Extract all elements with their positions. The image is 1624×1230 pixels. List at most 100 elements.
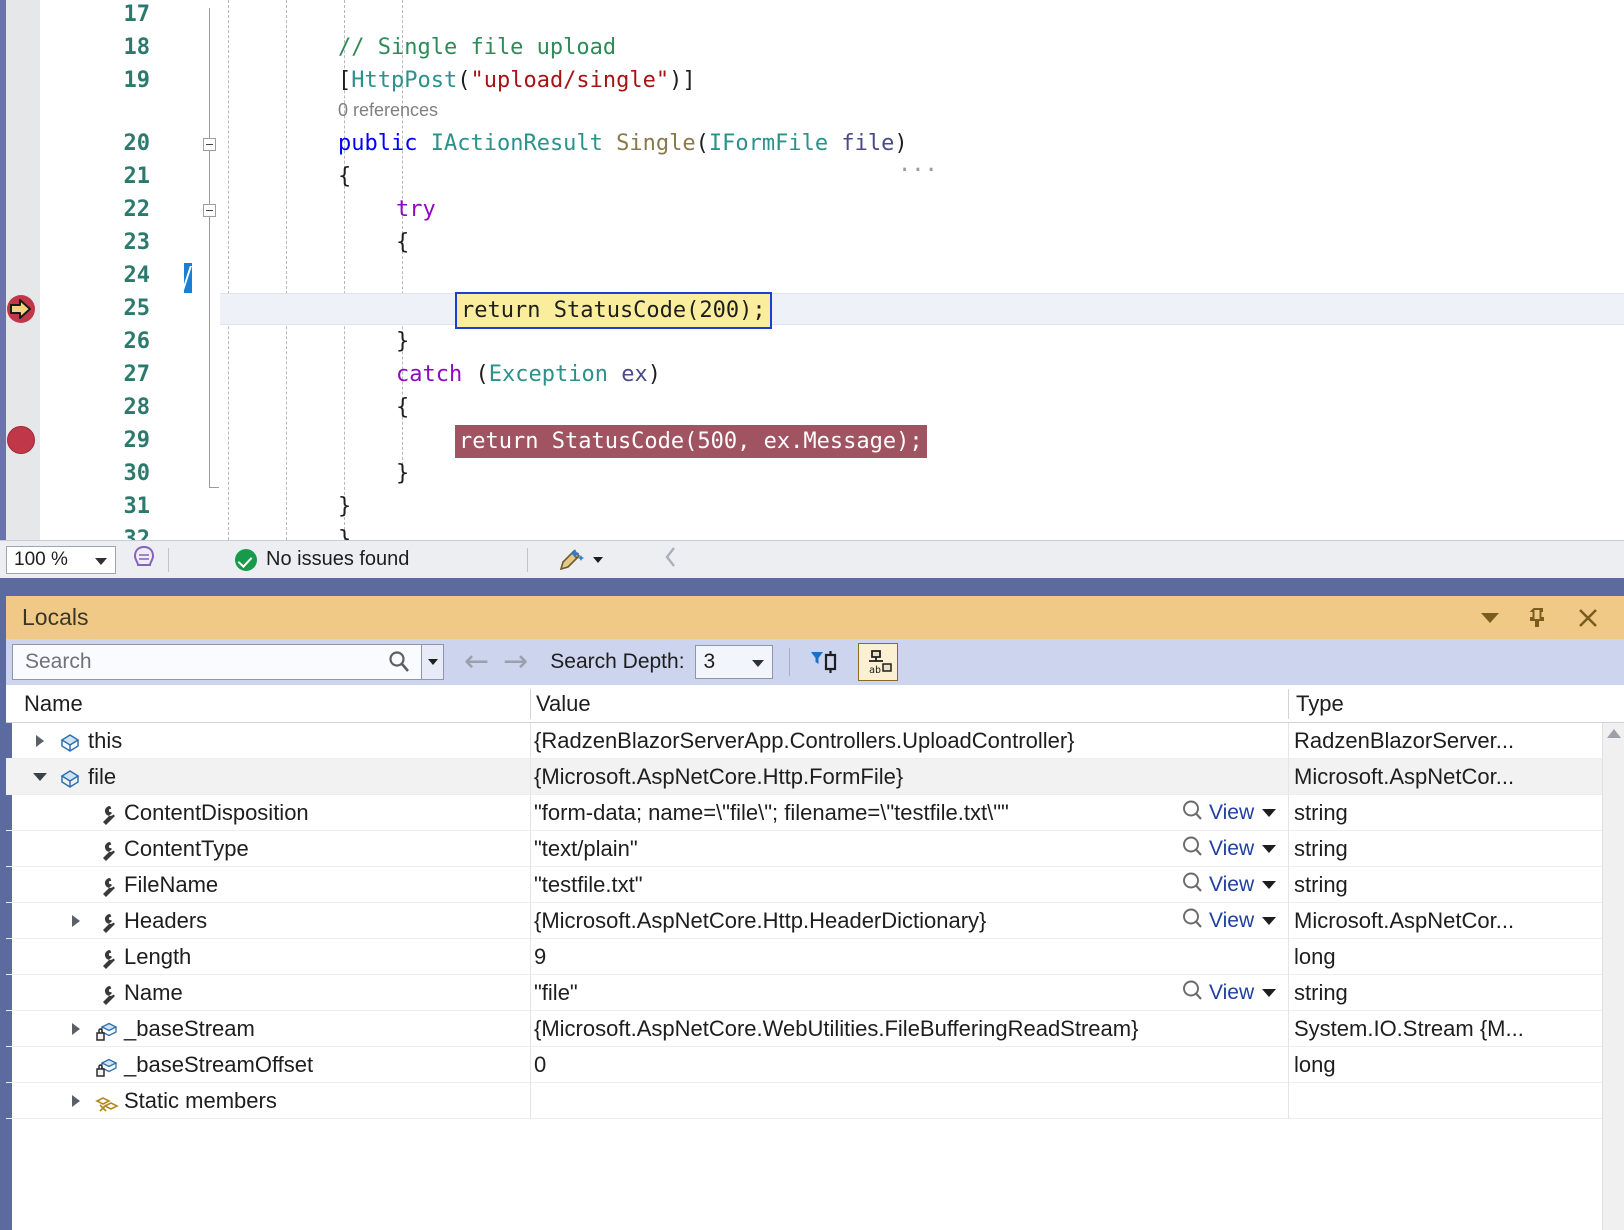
column-header-value[interactable]: Value: [536, 685, 591, 723]
cell-name[interactable]: Headers: [6, 903, 530, 939]
table-row[interactable]: FileName"testfile.txt" View string: [6, 867, 1624, 903]
cell-value[interactable]: "testfile.txt": [534, 867, 1174, 903]
cell-name[interactable]: Static members: [6, 1083, 530, 1119]
search-input[interactable]: [23, 646, 353, 678]
cell-name[interactable]: file: [6, 759, 530, 795]
cell-value[interactable]: "file": [534, 975, 1174, 1011]
cell-value[interactable]: {Microsoft.AspNetCore.Http.FormFile}: [534, 759, 1174, 795]
cell-value[interactable]: 0: [534, 1047, 1174, 1083]
table-row[interactable]: Name"file" View string: [6, 975, 1624, 1011]
cell-value[interactable]: {RadzenBlazorServerApp.Controllers.Uploa…: [534, 723, 1174, 759]
breakpoint-icon[interactable]: [7, 426, 35, 454]
search-depth-combobox[interactable]: 3: [695, 645, 773, 679]
table-row[interactable]: ContentType"text/plain" View string: [6, 831, 1624, 867]
value-visualizer[interactable]: View: [1181, 831, 1286, 867]
cell-type[interactable]: Microsoft.AspNetCor...: [1294, 759, 1544, 795]
value-visualizer[interactable]: View: [1181, 903, 1286, 939]
intellicode-icon[interactable]: [130, 543, 158, 576]
code-cleanup-button[interactable]: [552, 546, 603, 574]
fold-toggle-method[interactable]: [203, 138, 216, 151]
search-options-dropdown-button[interactable]: [422, 644, 444, 680]
editor-gutter[interactable]: [6, 0, 40, 540]
hexadecimal-display-button[interactable]: ab: [858, 643, 898, 681]
cell-name[interactable]: this: [6, 723, 530, 759]
issues-indicator[interactable]: No issues found: [235, 548, 409, 571]
cell-type[interactable]: long: [1294, 939, 1544, 975]
view-link[interactable]: View: [1209, 837, 1254, 861]
cell-type[interactable]: Microsoft.AspNetCor...: [1294, 903, 1544, 939]
cell-value[interactable]: "text/plain": [534, 831, 1174, 867]
chevron-down-icon[interactable]: [1262, 989, 1276, 997]
collapse-triangle-icon[interactable]: [33, 773, 47, 781]
locals-title-bar[interactable]: Locals: [6, 596, 1624, 639]
code-brace-line: {: [338, 164, 351, 189]
zoom-level-combobox[interactable]: 100 %: [6, 546, 116, 574]
view-link[interactable]: View: [1209, 873, 1254, 897]
filter-pin-button[interactable]: [804, 643, 844, 681]
expand-triangle-icon[interactable]: [36, 735, 44, 747]
cell-value[interactable]: [534, 1083, 1174, 1119]
value-visualizer[interactable]: View: [1181, 795, 1286, 831]
table-row[interactable]: Static members: [6, 1083, 1624, 1119]
view-link[interactable]: View: [1209, 981, 1254, 1005]
cell-type[interactable]: string: [1294, 831, 1544, 867]
chevron-down-icon[interactable]: [1262, 881, 1276, 889]
cell-type[interactable]: System.IO.Stream {M...: [1294, 1011, 1544, 1047]
cell-name[interactable]: Length: [6, 939, 530, 975]
table-row[interactable]: _baseStream{Microsoft.AspNetCore.WebUtil…: [6, 1011, 1624, 1047]
chevron-down-icon[interactable]: [1262, 845, 1276, 853]
cell-type[interactable]: RadzenBlazorServer...: [1294, 723, 1544, 759]
cell-value[interactable]: "form-data; name=\"file\"; filename=\"te…: [534, 795, 1174, 831]
cell-name[interactable]: FileName: [6, 867, 530, 903]
search-next-button[interactable]: →: [503, 647, 528, 677]
breakpoint-statement-highlight[interactable]: return StatusCode(500, ex.Message);: [455, 425, 927, 458]
value-visualizer[interactable]: View: [1181, 975, 1286, 1011]
table-row[interactable]: Headers{Microsoft.AspNetCore.Http.Header…: [6, 903, 1624, 939]
cell-value[interactable]: 9: [534, 939, 1174, 975]
pin-window-button[interactable]: [1524, 604, 1552, 632]
cell-name[interactable]: ContentDisposition: [6, 795, 530, 831]
expand-triangle-icon[interactable]: [72, 915, 80, 927]
scroll-up-arrow-icon[interactable]: [1607, 729, 1621, 738]
table-row[interactable]: ContentDisposition"form-data; name=\"fil…: [6, 795, 1624, 831]
cell-name[interactable]: _baseStreamOffset: [6, 1047, 530, 1083]
cell-type[interactable]: string: [1294, 795, 1544, 831]
table-row[interactable]: _baseStreamOffset0 long: [6, 1047, 1624, 1083]
fold-toggle-try[interactable]: [203, 204, 216, 217]
table-row[interactable]: Length9 long: [6, 939, 1624, 975]
table-row[interactable]: file{Microsoft.AspNetCore.Http.FormFile}…: [6, 759, 1624, 795]
current-execution-arrow-icon[interactable]: [6, 294, 36, 324]
cell-type[interactable]: long: [1294, 1047, 1544, 1083]
cell-value[interactable]: {Microsoft.AspNetCore.WebUtilities.FileB…: [534, 1011, 1174, 1047]
column-header-name[interactable]: Name: [24, 685, 83, 723]
column-header-type[interactable]: Type: [1296, 685, 1344, 723]
cell-name[interactable]: _baseStream: [6, 1011, 530, 1047]
search-prev-button[interactable]: ←: [464, 647, 489, 677]
cell-type[interactable]: string: [1294, 975, 1544, 1011]
chevron-down-icon[interactable]: [1262, 917, 1276, 925]
expand-triangle-icon[interactable]: [72, 1023, 80, 1035]
view-link[interactable]: View: [1209, 909, 1254, 933]
cell-name[interactable]: ContentType: [6, 831, 530, 867]
view-link[interactable]: View: [1209, 801, 1254, 825]
chevron-down-icon[interactable]: [1262, 809, 1276, 817]
collapse-left-icon[interactable]: [661, 544, 681, 575]
column-divider[interactable]: [530, 689, 531, 719]
cell-type[interactable]: [1294, 1083, 1544, 1119]
route-string: "upload/single": [470, 68, 669, 93]
codelens-references[interactable]: 0 references: [338, 100, 438, 121]
expand-triangle-icon[interactable]: [72, 1095, 80, 1107]
window-menu-dropdown-button[interactable]: [1476, 604, 1504, 632]
search-box[interactable]: [12, 644, 422, 680]
table-row[interactable]: this{RadzenBlazorServerApp.Controllers.U…: [6, 723, 1624, 759]
locals-grid[interactable]: Name Value Type this{RadzenBlazorServerA…: [6, 685, 1624, 1230]
value-visualizer[interactable]: View: [1181, 867, 1286, 903]
cell-name[interactable]: Name: [6, 975, 530, 1011]
grid-vertical-scrollbar[interactable]: [1602, 723, 1624, 1230]
cell-type[interactable]: string: [1294, 867, 1544, 903]
close-window-button[interactable]: [1574, 604, 1602, 632]
code-editor[interactable]: 17 18 19 20 21 22 23 24 25 26 27 28 29 3…: [0, 0, 1624, 540]
column-divider[interactable]: [1288, 689, 1289, 719]
current-statement-highlight[interactable]: return StatusCode(200);: [455, 292, 772, 329]
cell-value[interactable]: {Microsoft.AspNetCore.Http.HeaderDiction…: [534, 903, 1174, 939]
